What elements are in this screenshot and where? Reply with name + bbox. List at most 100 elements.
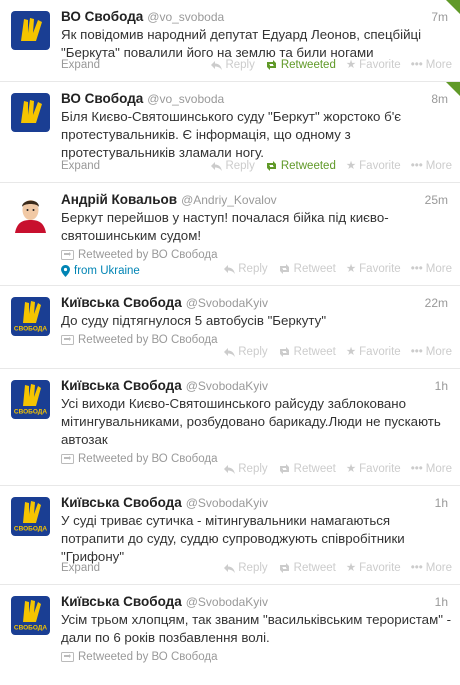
tweet-text: Біля Києво-Святошинського суду "Беркут" …	[61, 109, 402, 160]
favorite-button[interactable]: ★ Favorite	[346, 560, 401, 576]
reply-icon	[224, 265, 236, 274]
retweeted-by-context[interactable]: Retweeted by ВО Свобода	[61, 649, 452, 665]
retweet-button[interactable]: Retweeted	[265, 158, 336, 174]
tweet-text: Усім трьом хлопцям, так званим "василькі…	[61, 612, 452, 645]
tweet-author-name[interactable]: Київська Свобода	[61, 378, 182, 393]
star-icon: ★	[345, 59, 357, 71]
tweet-timestamp[interactable]: 7m	[431, 8, 448, 26]
avatar-vo-svoboda[interactable]	[11, 93, 50, 132]
more-button[interactable]: ••• More	[411, 57, 452, 73]
retweet-icon	[266, 60, 276, 70]
reply-button[interactable]: Reply	[224, 261, 268, 277]
reply-button[interactable]: Reply	[224, 344, 268, 360]
tweet-timestamp[interactable]: 1h	[435, 494, 448, 512]
tweet-author-name[interactable]: Київська Свобода	[61, 295, 182, 310]
retweet-context-icon	[61, 250, 74, 260]
tweet-author-handle[interactable]: @SvobodaKyiv	[186, 595, 268, 609]
tweet[interactable]: ВО Свобода @vo_svoboda 8m Біля Києво-Свят…	[0, 82, 460, 183]
svg-text:СВОБОДА: СВОБОДА	[14, 625, 48, 632]
tweet-text: Усі виходи Києво-Святошинського райсуду …	[61, 396, 441, 447]
reply-button[interactable]: Reply	[211, 158, 255, 174]
reply-button[interactable]: Reply	[224, 461, 268, 477]
tweet[interactable]: Андрій Ковальов @Andriy_Kovalov 25m Берку…	[0, 183, 460, 286]
tweet-timestamp[interactable]: 22m	[425, 294, 448, 312]
reply-icon	[224, 348, 236, 357]
tweet-author-name[interactable]: Київська Свобода	[61, 594, 182, 609]
tweet[interactable]: СВОБОДА Київська Свобода @SvobodaKyiv 22m…	[0, 286, 460, 369]
tweet-author-handle[interactable]: @vo_svoboda	[147, 92, 224, 106]
tweet-author-name[interactable]: ВО Свобода	[61, 91, 143, 106]
avatar-andriy-kovalov[interactable]	[11, 194, 50, 233]
reply-icon	[211, 162, 223, 171]
avatar-kyivska-svoboda[interactable]: СВОБОДА	[11, 596, 50, 635]
reply-button[interactable]: Reply	[211, 57, 255, 73]
avatar-kyivska-svoboda[interactable]: СВОБОДА	[11, 497, 50, 536]
tweet-author-handle[interactable]: @vo_svoboda	[147, 10, 224, 24]
avatar-kyivska-svoboda[interactable]: СВОБОДА	[11, 380, 50, 419]
svg-text:СВОБОДА: СВОБОДА	[14, 326, 48, 333]
more-icon: •••	[410, 160, 423, 172]
tweet-timestamp[interactable]: 1h	[435, 377, 448, 395]
avatar-vo-svoboda[interactable]	[11, 11, 50, 50]
favorite-button[interactable]: ★ Favorite	[346, 261, 401, 277]
retweet-button[interactable]: Retweet	[278, 261, 336, 277]
svg-text:СВОБОДА: СВОБОДА	[14, 409, 48, 416]
tweet[interactable]: СВОБОДА Київська Свобода @SvobodaKyiv 1h …	[0, 369, 460, 486]
more-button[interactable]: ••• More	[411, 261, 452, 277]
timeline: ВО Свобода @vo_svoboda 7m Як повідомив на…	[0, 0, 460, 685]
tweet-timestamp[interactable]: 25m	[425, 191, 448, 209]
svg-text:СВОБОДА: СВОБОДА	[14, 526, 48, 533]
tweet-timestamp[interactable]: 1h	[435, 593, 448, 611]
more-icon: •••	[410, 346, 423, 358]
reply-button[interactable]: Reply	[224, 560, 268, 576]
retweet-button[interactable]: Retweeted	[265, 57, 336, 73]
tweet[interactable]: СВОБОДА Київська Свобода @SvobodaKyiv 1h …	[0, 585, 460, 685]
reply-icon	[211, 61, 223, 70]
favorite-button[interactable]: ★ Favorite	[346, 57, 401, 73]
tweet-text: Беркут перейшов у наступ! почалася бійка…	[61, 210, 389, 243]
retweet-button[interactable]: Retweet	[278, 461, 336, 477]
avatar-kyivska-svoboda[interactable]: СВОБОДА	[11, 297, 50, 336]
more-icon: •••	[410, 562, 423, 574]
reply-icon	[224, 465, 236, 474]
tweet-author-handle[interactable]: @SvobodaKyiv	[186, 296, 268, 310]
retweet-icon	[279, 563, 289, 573]
tweet-author-name[interactable]: ВО Свобода	[61, 9, 143, 24]
retweet-button[interactable]: Retweet	[278, 344, 336, 360]
tweet-author-name[interactable]: Андрій Ковальов	[61, 192, 177, 207]
star-icon: ★	[345, 463, 357, 475]
tweet-timestamp[interactable]: 8m	[431, 90, 448, 108]
tweet-author-name[interactable]: Київська Свобода	[61, 495, 182, 510]
expand-link[interactable]: Expand	[61, 560, 100, 576]
retweet-icon	[266, 161, 276, 171]
tweet-text: До суду підтягнулося 5 автобусів "Беркут…	[61, 313, 327, 328]
more-button[interactable]: ••• More	[411, 560, 452, 576]
tweet-text: У суді триває сутичка - мітингувальники …	[61, 513, 405, 564]
star-icon: ★	[345, 263, 357, 275]
more-icon: •••	[410, 463, 423, 475]
reply-icon	[224, 564, 236, 573]
tweet-author-handle[interactable]: @Andriy_Kovalov	[181, 193, 277, 207]
favorite-button[interactable]: ★ Favorite	[346, 344, 401, 360]
star-icon: ★	[345, 160, 357, 172]
retweet-context-icon	[61, 652, 74, 662]
favorite-button[interactable]: ★ Favorite	[346, 461, 401, 477]
retweet-icon	[279, 264, 289, 274]
retweet-icon	[279, 347, 289, 357]
tweet[interactable]: СВОБОДА Київська Свобода @SvobodaKyiv 1h …	[0, 486, 460, 585]
expand-link[interactable]: Expand	[61, 158, 100, 174]
tweet-author-handle[interactable]: @SvobodaKyiv	[186, 496, 268, 510]
more-icon: •••	[410, 59, 423, 71]
retweet-button[interactable]: Retweet	[278, 560, 336, 576]
star-icon: ★	[345, 562, 357, 574]
more-button[interactable]: ••• More	[411, 158, 452, 174]
tweet-author-handle[interactable]: @SvobodaKyiv	[186, 379, 268, 393]
star-icon: ★	[345, 346, 357, 358]
expand-link[interactable]: Expand	[61, 57, 100, 73]
more-button[interactable]: ••• More	[411, 344, 452, 360]
retweet-icon	[279, 464, 289, 474]
more-icon: •••	[410, 263, 423, 275]
tweet[interactable]: ВО Свобода @vo_svoboda 7m Як повідомив на…	[0, 0, 460, 82]
more-button[interactable]: ••• More	[411, 461, 452, 477]
favorite-button[interactable]: ★ Favorite	[346, 158, 401, 174]
